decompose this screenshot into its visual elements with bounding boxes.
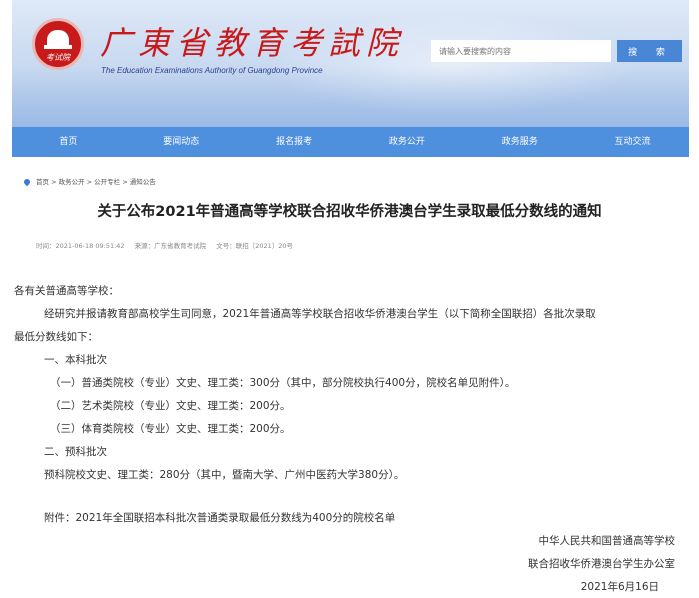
list-item-sports: （三）体育类院校（专业）文史、理工类：200分。 <box>50 423 291 435</box>
logo-base-icon <box>44 45 72 49</box>
banner-wave <box>12 67 689 127</box>
paragraph-intro: 经研究并报请教育部高校学生司同意，2021年普通高等学校联合招收华侨港澳台学生（… <box>44 308 596 320</box>
attachment-link[interactable]: 附件：2021年全国联招本科批次普通类录取最低分数线为400分的院校名单 <box>44 510 395 525</box>
signature-org1: 中华人民共和国普通高等学校 <box>538 535 676 547</box>
paragraph-intro-cont: 最低分数线如下： <box>14 331 98 343</box>
main-nav: 首页 要闻动态 报名报考 政务公开 政务服务 互动交流 <box>12 127 689 157</box>
search-input[interactable] <box>431 40 611 62</box>
section-heading-preparatory: 二、预科批次 <box>44 446 107 458</box>
list-item-art: （二）艺术类院校（专业）文史、理工类：200分。 <box>50 400 291 412</box>
breadcrumb: 首页 > 政务公开 > 公开专栏 > 通知公告 <box>22 176 156 187</box>
nav-item-registration[interactable]: 报名报考 <box>238 127 351 157</box>
nav-item-public-affairs[interactable]: 政务公开 <box>350 127 463 157</box>
document-number: 文号：联招〔2021〕20号 <box>216 242 294 250</box>
signature-org2: 联合招收华侨港澳台学生办公室 <box>528 558 675 570</box>
list-item-general: （一）普通类院校（专业）文史、理工类：300分（其中，部分院校执行400分，院校… <box>50 377 516 389</box>
article-source: 来源：广东省教育考试院 <box>134 242 207 250</box>
preparatory-line: 预科院校文史、理工类：280分（其中，暨南大学、广州中医药大学380分）。 <box>44 469 405 481</box>
publish-time: 时间：2021-06-18 09:51:42 <box>36 242 125 250</box>
section-heading-undergrad: 一、本科批次 <box>44 354 107 366</box>
location-pin-icon <box>22 177 32 187</box>
breadcrumb-text[interactable]: 首页 > 政务公开 > 公开专栏 > 通知公告 <box>36 178 156 186</box>
nav-item-services[interactable]: 政务服务 <box>463 127 576 157</box>
site-logo[interactable]: 考试院 <box>32 18 84 70</box>
site-subtitle: The Education Examinations Authority of … <box>101 66 323 75</box>
nav-item-news[interactable]: 要闻动态 <box>125 127 238 157</box>
page: 考试院 广東省教育考試院 The Education Examinations … <box>0 0 699 598</box>
nav-item-interaction[interactable]: 互动交流 <box>576 127 689 157</box>
nav-item-home[interactable]: 首页 <box>12 127 125 157</box>
site-header-banner: 考试院 广東省教育考試院 The Education Examinations … <box>12 0 689 127</box>
article-meta: 时间：2021-06-18 09:51:42 来源：广东省教育考试院 文号：联招… <box>36 240 301 250</box>
signature-date: 2021年6月16日 <box>580 581 659 593</box>
site-title: 广東省教育考試院 <box>100 24 405 62</box>
salutation: 各有关普通高等学校： <box>14 285 119 297</box>
article-title: 关于公布2021年普通高等学校联合招收华侨港澳台学生录取最低分数线的通知 <box>97 204 602 220</box>
search-button[interactable]: 搜 索 <box>617 40 682 62</box>
logo-text: 考试院 <box>46 53 70 62</box>
